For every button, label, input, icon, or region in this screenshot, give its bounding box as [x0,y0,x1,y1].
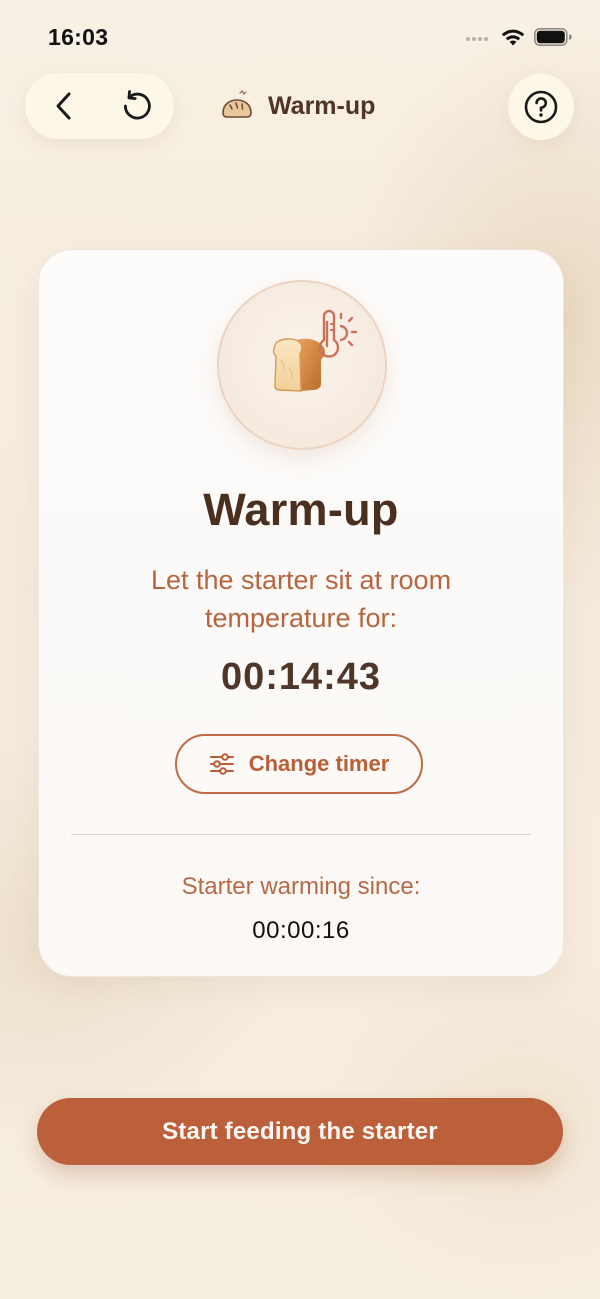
status-time: 16:03 [48,24,109,50]
bread-icon [222,90,252,118]
warm-up-card: Warm-up Let the starter sit at room temp… [38,249,564,977]
change-timer-label: Change timer [248,751,390,776]
sliders-icon [209,753,234,775]
start-feeding-label: Start feeding the starter [162,1117,438,1145]
battery-icon [534,28,572,46]
start-feeding-button[interactable]: Start feeding the starter [37,1098,563,1165]
warming-since-label: Starter warming since: [181,873,421,900]
hero-illustration [217,280,387,450]
back-button[interactable] [45,87,83,125]
reset-button[interactable] [117,86,157,126]
wifi-icon [501,29,525,46]
signal-dots-icon [466,37,492,43]
nav-title: Warm-up [268,91,376,120]
nav-title-group: Warm-up [220,86,375,126]
divider [71,834,531,835]
status-bar: 16:03 [0,0,600,70]
question-circle-icon [524,90,558,124]
nav-button-group [25,73,174,139]
instruction-text: Let the starter sit at room temperature … [150,565,452,633]
change-timer-button[interactable]: Change timer [175,734,423,794]
help-button[interactable] [508,74,574,140]
thermometer-sun-icon [318,309,358,358]
rotate-ccw-icon [123,90,151,120]
countdown-timer: 00:14:43 [220,656,382,698]
card-title: Warm-up [203,484,399,535]
chevron-left-icon [56,92,71,120]
warming-since-value: 00:00:16 [252,917,350,944]
